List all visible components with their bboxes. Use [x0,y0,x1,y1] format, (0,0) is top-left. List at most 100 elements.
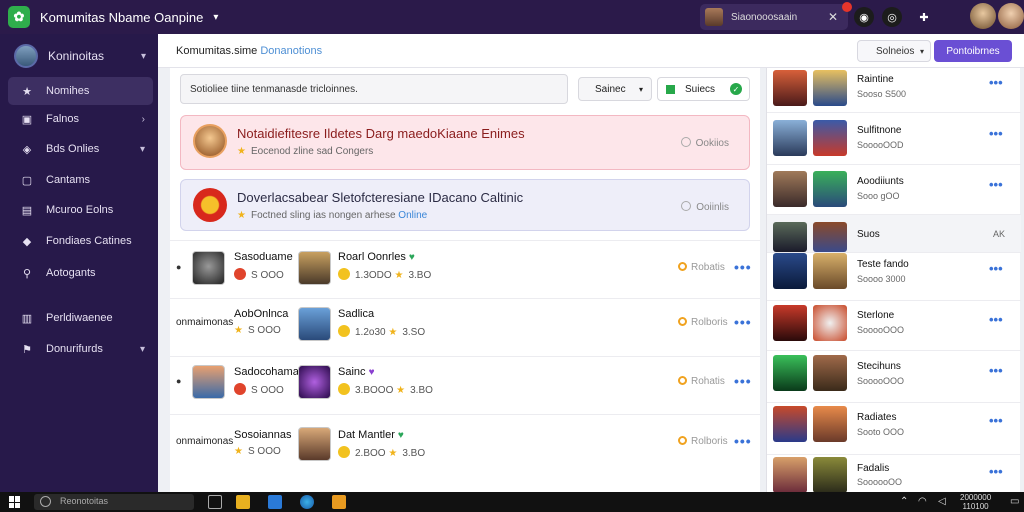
game-thumbnail [773,171,807,207]
filter-select[interactable]: Sainec ▾ [578,77,652,101]
more-icon[interactable]: ••• [989,75,1003,90]
taskbar-search[interactable]: Reonotoitas [34,494,194,510]
task-view-icon[interactable] [208,495,222,509]
primary-button[interactable]: Pontoibrnes [934,40,1012,62]
taskbar-search-text: Reonotoitas [60,496,109,506]
list-item-name: Fadalis [857,463,890,474]
chevron-down-icon[interactable]: ▾ [141,51,146,62]
sidebar-item-7[interactable]: ▥ Perldiwaenee [8,304,153,332]
heart-icon: ♥ [408,252,415,263]
more-icon[interactable]: ••• [734,373,752,389]
browser-icon[interactable] [300,495,314,509]
table-row[interactable]: onmaimonas Sosoiannas ★ S OOO Dat Mantler… [170,414,760,476]
row-action[interactable]: Robatis [678,262,725,273]
list-item[interactable]: Raintine Sooso S500 ••• [767,68,1021,113]
search-input[interactable]: Sotioliee tiine tenmanasde tricloinnes. [180,74,568,104]
circle-icon [680,137,691,147]
more-icon[interactable]: ••• [989,363,1003,378]
list-item[interactable]: Stecihuns SooooOOO ••• [767,351,1021,403]
row-left-meta: S OOO [234,268,284,281]
avatar [192,251,225,285]
notification-banner[interactable]: Notaidiefitesre Ildetes Darg maedoKiaane… [180,115,750,170]
banner-action[interactable]: Ooiinlis [681,201,729,213]
clock-date: 110100 [962,502,989,511]
notification-banner[interactable]: Doverlacsabear Sletofcteresiane IDacano … [180,179,750,231]
row-left-meta-text: S OOO [247,446,281,457]
wifi-icon[interactable]: ◠ [918,496,927,507]
avatar [192,365,225,399]
table-row[interactable]: ● Sasoduame S OOO Roarl Oonrles ♥ 1.3ODO… [170,240,760,298]
more-icon[interactable]: ••• [734,433,752,449]
list-item[interactable]: Aoodiiunts Sooo gOO ••• [767,165,1021,215]
sidebar-item-0[interactable]: ★ Nomihes [8,77,153,105]
game-thumbnail [773,305,807,341]
breadcrumb-accent[interactable]: Donanotions [260,45,322,57]
list-item[interactable]: Sulfitnone SooooOOD ••• [767,113,1021,165]
row-prefix: onmaimonas [176,436,234,447]
row-right-name: Sadlica [338,308,375,320]
game-thumbnail [298,251,331,285]
table-row[interactable]: ● Sadocohama S OOO Sainc ♥ 3.BOOO ★ 3.BO … [170,356,760,414]
header-select[interactable]: Solneios ▾ [857,40,931,62]
app-icon[interactable] [332,495,346,509]
row-action[interactable]: Rolboris [678,436,728,447]
more-icon[interactable]: ••• [989,177,1003,192]
game-thumbnail [813,457,847,493]
notification-icon[interactable]: ▭ [1010,496,1019,507]
settings-icon[interactable]: ◎ [882,7,902,27]
profile-avatar[interactable] [970,3,996,29]
banner-action[interactable]: Ookiios [680,137,729,149]
more-icon[interactable]: ••• [734,259,752,275]
list-item[interactable]: Fadalis SoooooOO ••• [767,455,1021,493]
folder-icon[interactable] [236,495,250,509]
row-action[interactable]: Rohatis [678,376,725,387]
sidebar-item-6[interactable]: ⚲ Aotogants [8,259,153,287]
more-icon[interactable]: ••• [989,126,1003,141]
taskbar-clock[interactable]: 2000000 110100 [960,493,991,511]
list-item-meta: Sooso S500 [857,89,907,99]
row-action[interactable]: Rolboris [678,317,728,328]
sidebar-item-3[interactable]: ▢ Cantams [8,166,153,194]
store-icon[interactable] [268,495,282,509]
more-icon[interactable]: ••• [734,314,752,330]
sidebar-item-label: Fondiaes Catines [46,235,132,247]
more-icon[interactable]: ••• [989,413,1003,428]
game-thumbnail [813,406,847,442]
sidebar-item-4[interactable]: ▤ Mcuroo Eolns [8,196,153,224]
table-row[interactable]: onmaimonas AobOnlnca ★ S OOO Sadlica 1.2o… [170,298,760,356]
profile-avatar-2[interactable] [998,3,1024,29]
sidebar-item-5[interactable]: ◆ Fondiaes Catines [8,227,153,255]
chevron-down-icon: ▾ [919,46,924,56]
chevron-down-icon[interactable]: ▾ [213,12,218,23]
game-thumbnail [773,70,807,106]
app-logo-icon[interactable]: ✿ [8,6,30,28]
sidebar-user[interactable]: Koninoitas ▾ [0,40,158,72]
close-icon[interactable]: ✕ [828,10,838,24]
row-right-name: Roarl Oonrles ♥ [338,251,415,263]
banner-action-label: Ookiios [695,138,729,149]
circle-icon [678,317,687,326]
more-icon[interactable]: ••• [989,261,1003,276]
more-icon[interactable]: ••• [989,312,1003,327]
banner-title: Notaidiefitesre Ildetes Darg maedoKiaane… [237,126,525,141]
breadcrumb-main[interactable]: Komumitas.sime [176,45,257,57]
volume-icon[interactable]: ◁ [938,496,946,507]
chevron-up-icon[interactable]: ⌃ [900,496,908,507]
row-left-meta-text: S OOO [251,385,284,396]
sidebar-item-8[interactable]: ⚑ Donurifurds ▾ [8,335,153,363]
list-item[interactable]: Teste fando Soooo 3000 ••• [767,253,1021,301]
more-icon[interactable]: ••• [989,464,1003,479]
list-item[interactable]: Suos AK [767,215,1021,253]
list-item[interactable]: Sterlone SooooOOO ••• [767,301,1021,351]
sidebar-item-2[interactable]: ◈ Bds Onlies ▾ [8,135,153,163]
tools-icon[interactable]: ✚ [914,7,934,27]
sidebar-item-1[interactable]: ▣ Falnos › [8,105,153,133]
list-item[interactable]: Radiates Sooto OOO ••• [767,403,1021,455]
user-chip[interactable]: Siaonooosaain ✕ [700,2,852,30]
game-thumbnail [813,253,847,289]
list-item-name: Raintine [857,74,894,85]
record-icon[interactable]: ◉ [854,7,874,27]
windows-start-icon[interactable] [9,496,21,508]
sidebar: Koninoitas ▾ ★ Nomihes ▣ Falnos › ◈ Bds … [0,34,158,492]
status-toggle[interactable]: Suiecs ✓ [657,77,750,101]
